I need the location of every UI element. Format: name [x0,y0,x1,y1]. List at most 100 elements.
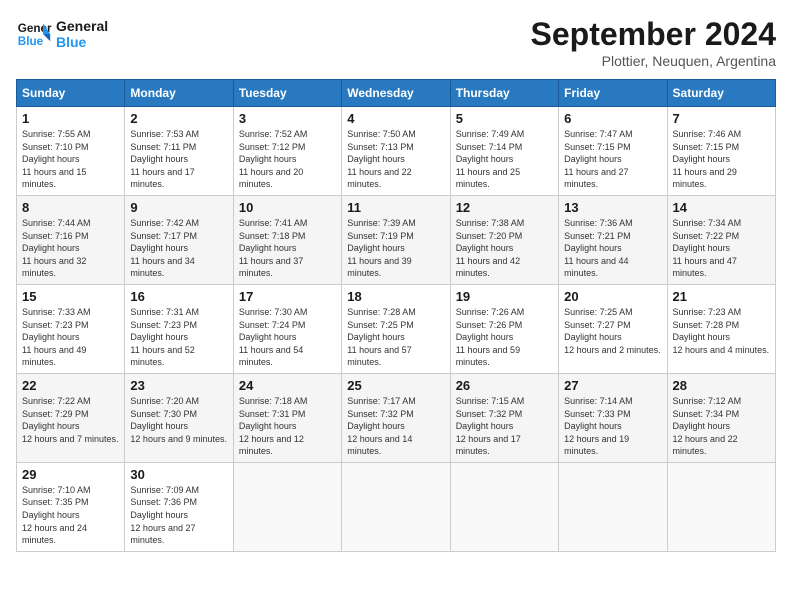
day-number: 11 [347,200,444,215]
day-number: 6 [564,111,661,126]
day-info: Sunrise: 7:12 AM Sunset: 7:34 PM Dayligh… [673,395,770,458]
col-monday: Monday [125,80,233,107]
day-cell: 10 Sunrise: 7:41 AM Sunset: 7:18 PM Dayl… [233,195,341,284]
day-info: Sunrise: 7:55 AM Sunset: 7:10 PM Dayligh… [22,128,119,191]
col-friday: Friday [559,80,667,107]
day-number: 5 [456,111,553,126]
day-cell: 1 Sunrise: 7:55 AM Sunset: 7:10 PM Dayli… [17,107,125,196]
day-cell: 27 Sunrise: 7:14 AM Sunset: 7:33 PM Dayl… [559,373,667,462]
day-number: 17 [239,289,336,304]
logo-icon: General Blue [16,16,52,52]
day-number: 26 [456,378,553,393]
col-saturday: Saturday [667,80,775,107]
day-info: Sunrise: 7:28 AM Sunset: 7:25 PM Dayligh… [347,306,444,369]
day-number: 16 [130,289,227,304]
day-cell: 30 Sunrise: 7:09 AM Sunset: 7:36 PM Dayl… [125,462,233,551]
day-info: Sunrise: 7:18 AM Sunset: 7:31 PM Dayligh… [239,395,336,458]
day-info: Sunrise: 7:20 AM Sunset: 7:30 PM Dayligh… [130,395,227,445]
day-number: 14 [673,200,770,215]
day-info: Sunrise: 7:50 AM Sunset: 7:13 PM Dayligh… [347,128,444,191]
day-info: Sunrise: 7:09 AM Sunset: 7:36 PM Dayligh… [130,484,227,547]
title-block: September 2024 Plottier, Neuquen, Argent… [531,16,776,69]
day-info: Sunrise: 7:49 AM Sunset: 7:14 PM Dayligh… [456,128,553,191]
day-info: Sunrise: 7:30 AM Sunset: 7:24 PM Dayligh… [239,306,336,369]
day-number: 10 [239,200,336,215]
day-number: 9 [130,200,227,215]
logo-text: General Blue [56,18,108,50]
week-row-1: 1 Sunrise: 7:55 AM Sunset: 7:10 PM Dayli… [17,107,776,196]
calendar-subtitle: Plottier, Neuquen, Argentina [531,53,776,69]
logo: General Blue General Blue [16,16,108,52]
day-info: Sunrise: 7:53 AM Sunset: 7:11 PM Dayligh… [130,128,227,191]
day-cell: 16 Sunrise: 7:31 AM Sunset: 7:23 PM Dayl… [125,284,233,373]
day-cell: 15 Sunrise: 7:33 AM Sunset: 7:23 PM Dayl… [17,284,125,373]
day-info: Sunrise: 7:36 AM Sunset: 7:21 PM Dayligh… [564,217,661,280]
day-info: Sunrise: 7:52 AM Sunset: 7:12 PM Dayligh… [239,128,336,191]
day-cell: 19 Sunrise: 7:26 AM Sunset: 7:26 PM Dayl… [450,284,558,373]
header-row: Sunday Monday Tuesday Wednesday Thursday… [17,80,776,107]
day-info: Sunrise: 7:34 AM Sunset: 7:22 PM Dayligh… [673,217,770,280]
day-cell: 4 Sunrise: 7:50 AM Sunset: 7:13 PM Dayli… [342,107,450,196]
day-number: 3 [239,111,336,126]
day-cell: 13 Sunrise: 7:36 AM Sunset: 7:21 PM Dayl… [559,195,667,284]
day-info: Sunrise: 7:33 AM Sunset: 7:23 PM Dayligh… [22,306,119,369]
day-cell: 25 Sunrise: 7:17 AM Sunset: 7:32 PM Dayl… [342,373,450,462]
day-number: 19 [456,289,553,304]
day-number: 18 [347,289,444,304]
day-number: 21 [673,289,770,304]
day-cell: 22 Sunrise: 7:22 AM Sunset: 7:29 PM Dayl… [17,373,125,462]
day-cell: 29 Sunrise: 7:10 AM Sunset: 7:35 PM Dayl… [17,462,125,551]
day-info: Sunrise: 7:25 AM Sunset: 7:27 PM Dayligh… [564,306,661,356]
day-number: 8 [22,200,119,215]
day-number: 24 [239,378,336,393]
day-info: Sunrise: 7:26 AM Sunset: 7:26 PM Dayligh… [456,306,553,369]
day-cell: 7 Sunrise: 7:46 AM Sunset: 7:15 PM Dayli… [667,107,775,196]
day-info: Sunrise: 7:23 AM Sunset: 7:28 PM Dayligh… [673,306,770,356]
day-cell [667,462,775,551]
day-number: 29 [22,467,119,482]
day-cell [342,462,450,551]
day-cell [233,462,341,551]
day-cell: 23 Sunrise: 7:20 AM Sunset: 7:30 PM Dayl… [125,373,233,462]
day-cell: 6 Sunrise: 7:47 AM Sunset: 7:15 PM Dayli… [559,107,667,196]
day-number: 28 [673,378,770,393]
day-number: 23 [130,378,227,393]
day-cell: 9 Sunrise: 7:42 AM Sunset: 7:17 PM Dayli… [125,195,233,284]
day-cell: 8 Sunrise: 7:44 AM Sunset: 7:16 PM Dayli… [17,195,125,284]
calendar-table: Sunday Monday Tuesday Wednesday Thursday… [16,79,776,552]
day-cell: 2 Sunrise: 7:53 AM Sunset: 7:11 PM Dayli… [125,107,233,196]
day-number: 22 [22,378,119,393]
col-thursday: Thursday [450,80,558,107]
day-cell: 24 Sunrise: 7:18 AM Sunset: 7:31 PM Dayl… [233,373,341,462]
day-info: Sunrise: 7:39 AM Sunset: 7:19 PM Dayligh… [347,217,444,280]
day-cell: 12 Sunrise: 7:38 AM Sunset: 7:20 PM Dayl… [450,195,558,284]
calendar-title: September 2024 [531,16,776,53]
week-row-3: 15 Sunrise: 7:33 AM Sunset: 7:23 PM Dayl… [17,284,776,373]
week-row-5: 29 Sunrise: 7:10 AM Sunset: 7:35 PM Dayl… [17,462,776,551]
day-info: Sunrise: 7:38 AM Sunset: 7:20 PM Dayligh… [456,217,553,280]
day-number: 30 [130,467,227,482]
day-info: Sunrise: 7:42 AM Sunset: 7:17 PM Dayligh… [130,217,227,280]
day-number: 4 [347,111,444,126]
col-tuesday: Tuesday [233,80,341,107]
day-info: Sunrise: 7:47 AM Sunset: 7:15 PM Dayligh… [564,128,661,191]
day-number: 15 [22,289,119,304]
day-info: Sunrise: 7:22 AM Sunset: 7:29 PM Dayligh… [22,395,119,445]
day-info: Sunrise: 7:31 AM Sunset: 7:23 PM Dayligh… [130,306,227,369]
day-cell: 28 Sunrise: 7:12 AM Sunset: 7:34 PM Dayl… [667,373,775,462]
day-cell: 21 Sunrise: 7:23 AM Sunset: 7:28 PM Dayl… [667,284,775,373]
day-number: 20 [564,289,661,304]
day-number: 12 [456,200,553,215]
day-cell [559,462,667,551]
day-info: Sunrise: 7:10 AM Sunset: 7:35 PM Dayligh… [22,484,119,547]
day-number: 27 [564,378,661,393]
day-info: Sunrise: 7:46 AM Sunset: 7:15 PM Dayligh… [673,128,770,191]
day-info: Sunrise: 7:14 AM Sunset: 7:33 PM Dayligh… [564,395,661,458]
day-cell: 11 Sunrise: 7:39 AM Sunset: 7:19 PM Dayl… [342,195,450,284]
day-info: Sunrise: 7:44 AM Sunset: 7:16 PM Dayligh… [22,217,119,280]
day-info: Sunrise: 7:17 AM Sunset: 7:32 PM Dayligh… [347,395,444,458]
day-cell: 3 Sunrise: 7:52 AM Sunset: 7:12 PM Dayli… [233,107,341,196]
day-number: 13 [564,200,661,215]
day-number: 2 [130,111,227,126]
day-number: 7 [673,111,770,126]
